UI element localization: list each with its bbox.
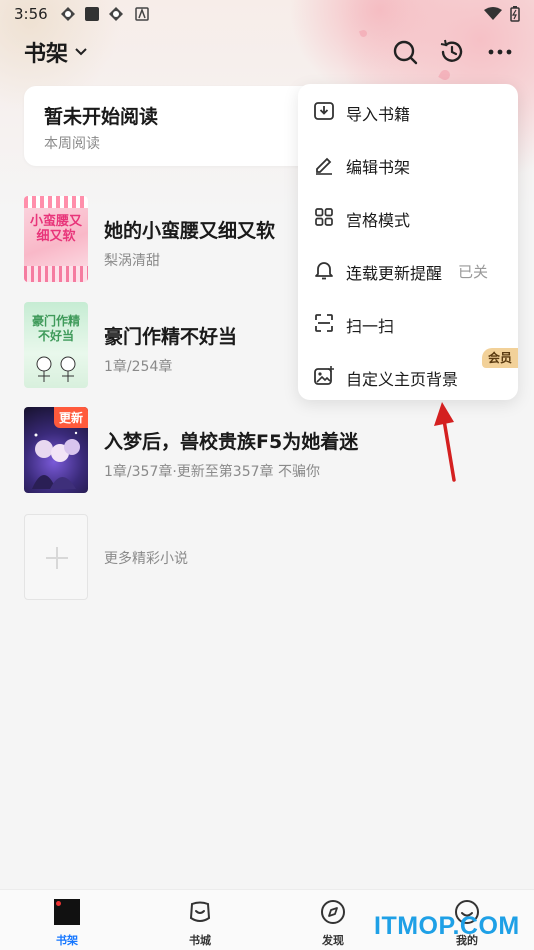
scan-icon <box>315 314 333 332</box>
bell-icon <box>315 262 333 280</box>
menu-label: 自定义主页背景 <box>346 370 459 389</box>
wifi-icon <box>484 7 502 20</box>
nav-tab-bookstore[interactable]: 书城 <box>160 890 240 950</box>
import-icon <box>314 102 334 120</box>
more-options-menu: 导入书籍 编辑书架 宫格模式 连载更新提醒 已关 扫一扫 自定义主页背景 会员 <box>298 84 518 400</box>
bookshelf-icon <box>54 899 80 925</box>
menu-item-import-books[interactable]: 导入书籍 <box>298 86 518 138</box>
book-cover: 更新 <box>24 407 88 493</box>
nav-label: 书架 <box>56 934 78 947</box>
app-notification-icon <box>61 7 75 21</box>
cover-text: 小蛮腰又细又软 <box>29 214 82 244</box>
nav-tab-bookshelf[interactable]: 书架 <box>27 890 107 950</box>
nav-tab-discover[interactable]: 发现 <box>293 890 373 950</box>
compass-icon <box>321 900 345 924</box>
menu-item-grid-mode[interactable]: 宫格模式 <box>298 192 518 244</box>
update-badge: 更新 <box>53 407 88 428</box>
page-title: 书架 <box>24 42 69 67</box>
reading-subtitle: 本周阅读 <box>44 136 100 152</box>
chevron-down-icon <box>75 48 87 56</box>
more-icon[interactable] <box>486 38 514 66</box>
cover-illustration <box>36 356 76 382</box>
book-title: 豪门作精不好当 <box>104 326 238 348</box>
app-notification-icon <box>109 7 123 21</box>
status-bar: 3:56 <box>0 0 534 28</box>
edit-icon <box>316 157 332 175</box>
nav-label: 发现 <box>322 934 344 947</box>
book-meta: 1章/357章·更新至第357章 不骗你 <box>104 464 320 480</box>
bookshelf-title-dropdown[interactable]: 书架 <box>24 36 88 68</box>
image-icon <box>314 366 334 385</box>
cover-illustration <box>32 431 80 489</box>
nav-label: 书城 <box>189 934 211 947</box>
cover-text: 豪门作精不好当 <box>31 314 80 343</box>
book-meta: 1章/254章 <box>104 359 173 375</box>
annotation-arrow-icon <box>434 402 456 482</box>
book-title: 她的小蛮腰又细又软 <box>104 220 276 242</box>
menu-item-serial-update-reminder[interactable]: 连载更新提醒 已关 <box>298 245 518 297</box>
menu-label: 导入书籍 <box>346 105 411 124</box>
book-cover: 小蛮腰又细又软 <box>24 196 88 282</box>
book-cover: 豪门作精不好当 <box>24 302 88 388</box>
menu-label: 连载更新提醒 <box>346 264 443 283</box>
search-icon[interactable] <box>391 38 419 66</box>
reading-status: 暂未开始阅读 <box>44 106 159 128</box>
menu-label: 扫一扫 <box>346 317 395 336</box>
status-time: 3:56 <box>14 5 48 23</box>
book-meta: 梨涡清甜 <box>104 253 160 269</box>
battery-icon <box>510 6 520 22</box>
menu-item-scan[interactable]: 扫一扫 <box>298 298 518 350</box>
history-icon[interactable] <box>438 38 466 66</box>
menu-label: 宫格模式 <box>346 211 411 230</box>
reminder-status: 已关 <box>458 263 489 281</box>
grid-icon <box>315 208 333 226</box>
more-novels-link[interactable]: 更多精彩小说 <box>104 548 188 568</box>
app-notification-icon <box>135 7 149 21</box>
vip-badge: 会员 <box>482 348 518 368</box>
watermark: ITMOP.COM <box>374 912 520 940</box>
book-title: 入梦后，兽校贵族F5为她着迷 <box>104 431 359 453</box>
menu-item-edit-shelf[interactable]: 编辑书架 <box>298 139 518 191</box>
app-notification-icon <box>85 7 99 21</box>
menu-label: 编辑书架 <box>346 158 411 177</box>
store-icon <box>189 901 211 922</box>
add-book-button[interactable] <box>24 514 88 600</box>
